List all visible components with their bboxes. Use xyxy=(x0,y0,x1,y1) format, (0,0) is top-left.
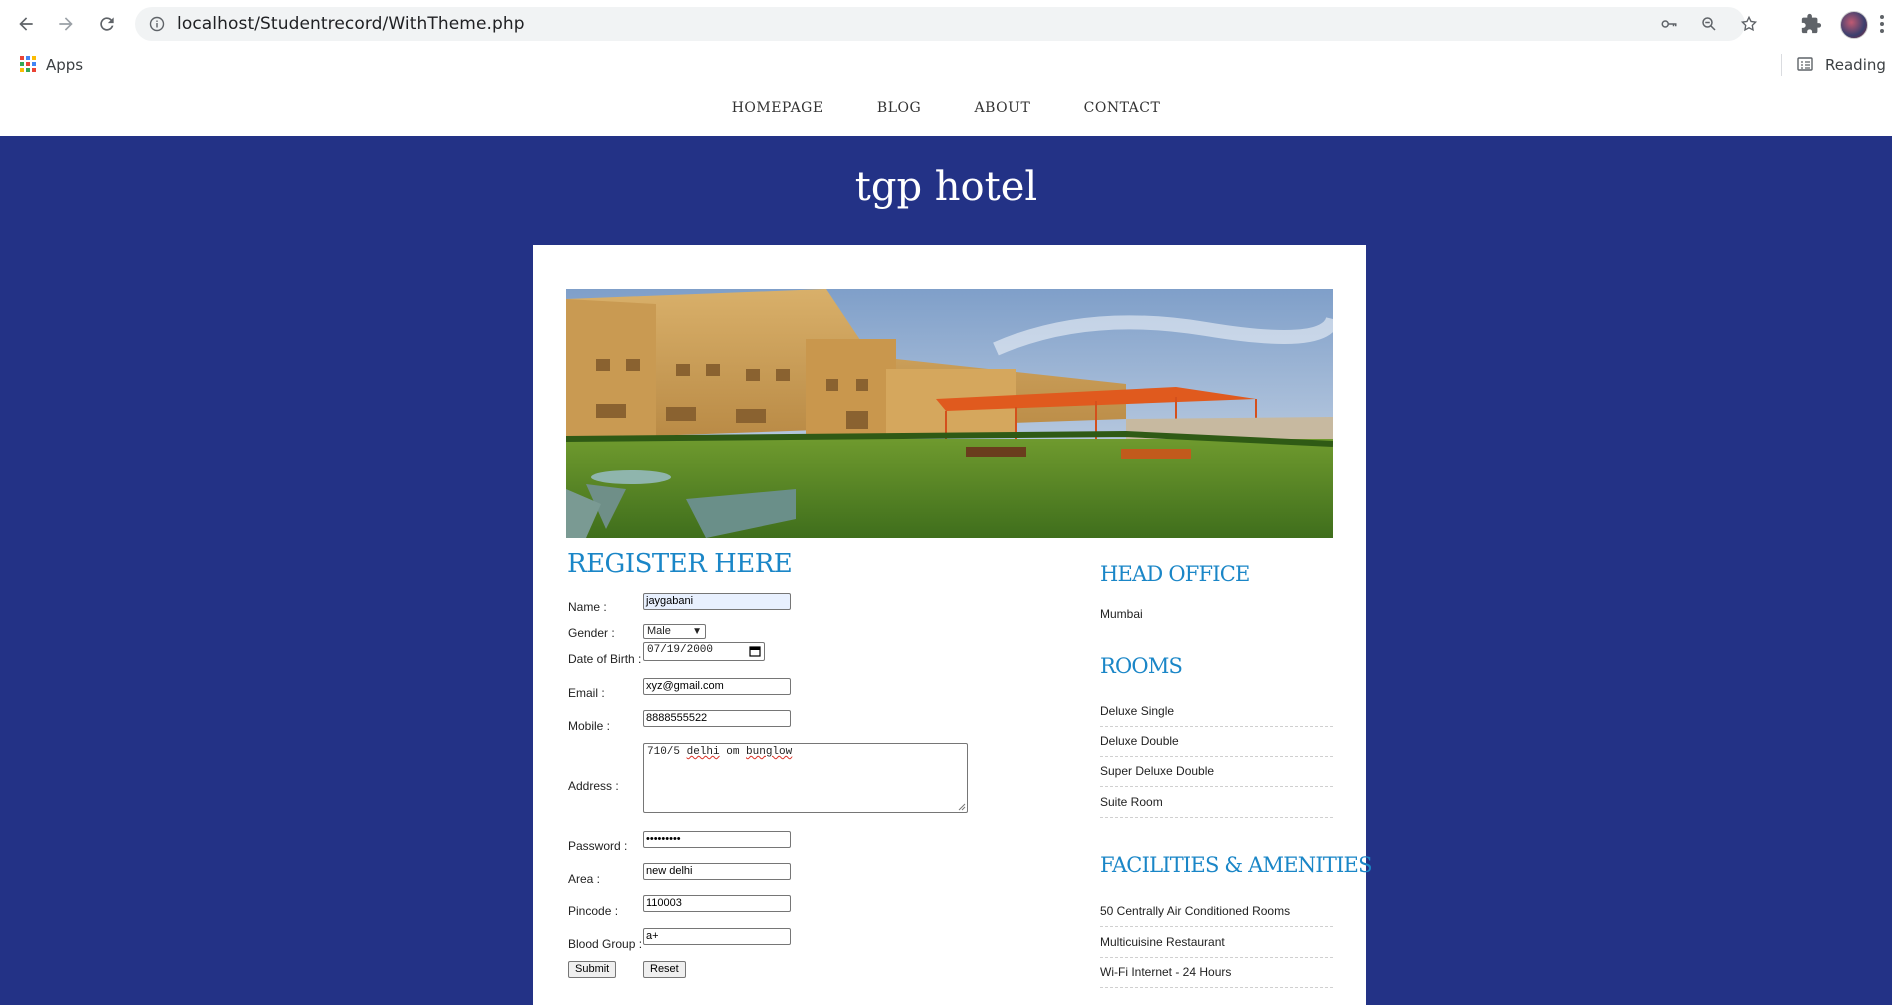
site-navigation: HOMEPAGE BLOG ABOUT CONTACT xyxy=(0,88,1892,136)
hotel-banner-image xyxy=(566,289,1333,538)
nav-homepage[interactable]: HOMEPAGE xyxy=(732,100,824,116)
zoom-out-icon[interactable] xyxy=(1700,15,1718,33)
gender-value: Male xyxy=(647,625,671,637)
blood-group-input[interactable]: a+ xyxy=(643,928,791,945)
forward-arrow-icon xyxy=(59,17,73,31)
register-title: REGISTER HERE xyxy=(567,549,793,579)
puzzle-icon[interactable] xyxy=(1800,13,1822,35)
name-input[interactable]: jaygabani xyxy=(643,593,791,610)
rooms-heading: ROOMS xyxy=(1100,654,1183,678)
address-text-part: 710/5 xyxy=(647,746,687,758)
reset-button[interactable]: Reset xyxy=(643,961,686,978)
bookmarks-divider xyxy=(1781,54,1782,76)
nav-contact[interactable]: CONTACT xyxy=(1084,100,1161,116)
facility-item[interactable]: 50 Centrally Air Conditioned Rooms xyxy=(1100,904,1333,927)
nav-about[interactable]: ABOUT xyxy=(975,100,1031,116)
mobile-label: Mobile : xyxy=(568,719,611,733)
pincode-input[interactable]: 110003 xyxy=(643,895,791,912)
dob-value: 07/19/2000 xyxy=(647,644,714,656)
room-item[interactable]: Super Deluxe Double xyxy=(1100,764,1333,787)
address-misspelled-word: delhi xyxy=(686,746,720,758)
nav-scallop-border xyxy=(0,130,1892,142)
room-item[interactable]: Deluxe Double xyxy=(1100,734,1333,757)
key-icon[interactable] xyxy=(1660,15,1678,33)
name-label: Name : xyxy=(568,600,607,614)
facilities-heading: FACILITIES & AMENITIES xyxy=(1100,853,1372,877)
password-input[interactable]: ••••••••• xyxy=(643,831,791,848)
email-input[interactable]: xyz@gmail.com xyxy=(643,678,791,695)
address-text-part: om xyxy=(719,746,747,758)
room-item[interactable]: Deluxe Single xyxy=(1100,704,1333,727)
dob-label: Date of Birth : xyxy=(568,652,642,666)
apps-bookmark[interactable]: Apps xyxy=(46,56,83,74)
back-arrow-icon xyxy=(19,17,33,31)
mobile-input[interactable]: 8888555522 xyxy=(643,710,791,727)
address-label: Address : xyxy=(568,779,619,793)
url-text[interactable]: localhost/Studentrecord/WithTheme.php xyxy=(177,14,525,34)
browser-chrome: localhost/Studentrecord/WithTheme.php Ap… xyxy=(0,0,1892,89)
password-label: Password : xyxy=(568,839,628,853)
blood-group-label: Blood Group : xyxy=(568,937,643,951)
star-icon[interactable] xyxy=(1740,15,1758,33)
kebab-icon[interactable] xyxy=(1880,14,1884,34)
dob-input[interactable]: 07/19/2000 xyxy=(643,642,765,661)
pincode-label: Pincode : xyxy=(568,904,619,918)
submit-button[interactable]: Submit xyxy=(568,961,617,978)
card-stamp-edge-right xyxy=(1360,245,1372,1005)
bookmarks-bar xyxy=(0,50,1892,80)
reading-list-button[interactable]: Reading list xyxy=(1825,56,1892,74)
reload-button[interactable] xyxy=(93,10,121,38)
address-textarea[interactable]: 710/5 delhi om bunglow xyxy=(643,743,968,813)
gender-select[interactable]: Male ▼ xyxy=(643,624,706,639)
area-input[interactable]: new delhi xyxy=(643,863,791,880)
address-misspelled-word: bunglow xyxy=(746,746,793,758)
nav-blog[interactable]: BLOG xyxy=(877,100,921,116)
calendar-icon[interactable] xyxy=(749,645,761,657)
email-label: Email : xyxy=(568,686,605,700)
reading-list-icon[interactable] xyxy=(1797,56,1813,72)
resize-grip-icon[interactable] xyxy=(958,803,966,811)
chevron-down-icon: ▼ xyxy=(692,626,702,637)
area-label: Area : xyxy=(568,872,601,886)
gender-label: Gender : xyxy=(568,626,615,640)
back-button[interactable] xyxy=(12,10,40,38)
card-stamp-edge-left xyxy=(527,245,539,1005)
card-stamp-edge-top xyxy=(533,239,1366,251)
facility-item[interactable]: Multicuisine Restaurant xyxy=(1100,935,1333,958)
address-bar[interactable]: localhost/Studentrecord/WithTheme.php xyxy=(135,7,1758,41)
room-item[interactable]: Suite Room xyxy=(1100,795,1333,818)
forward-button[interactable] xyxy=(52,10,80,38)
head-office-heading: HEAD OFFICE xyxy=(1100,562,1250,586)
reload-icon xyxy=(100,17,114,31)
info-icon[interactable] xyxy=(149,16,165,32)
apps-grid-icon[interactable] xyxy=(20,56,36,72)
site-title: tgp hotel xyxy=(854,164,1038,210)
head-office-city: Mumbai xyxy=(1100,607,1143,621)
profile-avatar[interactable] xyxy=(1840,11,1868,39)
